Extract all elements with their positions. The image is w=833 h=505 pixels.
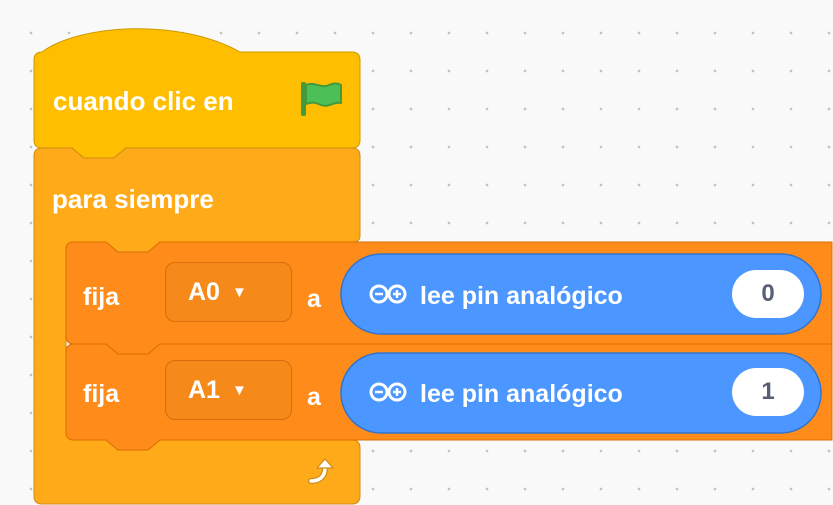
- set-block-2-to-label: a: [307, 383, 321, 411]
- chevron-down-icon: ▼: [231, 283, 247, 301]
- variable-dropdown-1[interactable]: A0 ▼: [165, 262, 292, 322]
- hat-block-label: cuando clic en: [53, 86, 234, 116]
- reporter-1-label: lee pin analógico: [420, 282, 623, 310]
- variable-dropdown-2[interactable]: A1 ▼: [165, 360, 292, 420]
- pin-input-2[interactable]: 1: [732, 368, 804, 416]
- loop-arrow-icon: [308, 458, 334, 484]
- forever-block-label: para siempre: [52, 184, 214, 214]
- arduino-infinity-icon: [369, 382, 407, 402]
- reporter-2-label: lee pin analógico: [420, 380, 623, 408]
- green-flag-icon[interactable]: [299, 80, 343, 118]
- script-canvas: [33, 28, 833, 505]
- variable-dropdown-2-value: A1: [188, 375, 220, 404]
- set-block-1-to-label: a: [307, 285, 321, 313]
- pin-input-1[interactable]: 0: [732, 270, 804, 318]
- set-block-1-label: fija: [83, 283, 120, 311]
- variable-dropdown-1-value: A0: [188, 277, 220, 306]
- chevron-down-icon: ▼: [231, 381, 247, 399]
- set-block-2-label: fija: [83, 380, 120, 408]
- arduino-infinity-icon: [369, 284, 407, 304]
